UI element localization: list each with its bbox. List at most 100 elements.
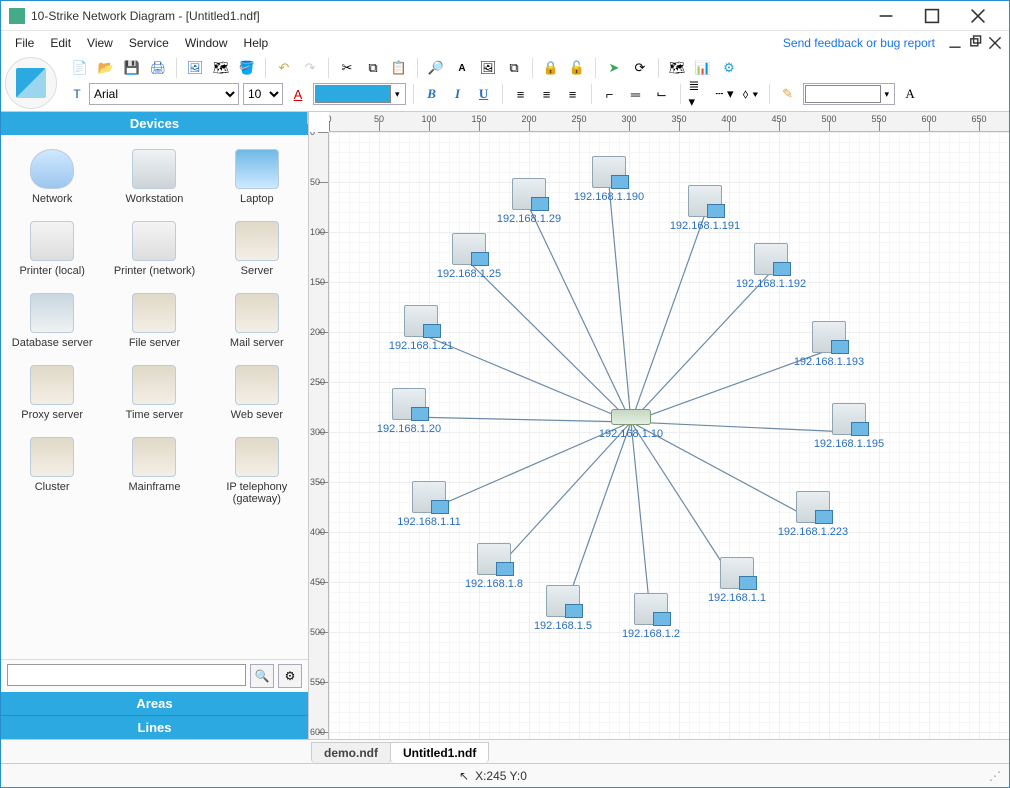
device-item-server[interactable]: Server bbox=[206, 213, 308, 285]
lock-button[interactable]: 🔒 bbox=[540, 57, 562, 79]
diagram-node[interactable]: 192.168.1.223 bbox=[773, 491, 853, 538]
diagram-node[interactable]: 192.168.1.5 bbox=[523, 585, 603, 632]
open-button[interactable]: 📂 bbox=[95, 57, 117, 79]
panel-areas-header[interactable]: Areas bbox=[1, 692, 308, 715]
copy-button[interactable]: ⧉ bbox=[362, 57, 384, 79]
valign-middle-button[interactable]: ═ bbox=[625, 83, 647, 105]
device-item-mainframe[interactable]: Mainframe bbox=[103, 429, 205, 513]
save-button[interactable]: 💾 bbox=[121, 57, 143, 79]
device-settings-button[interactable]: ⚙ bbox=[278, 664, 302, 688]
fill-color-select[interactable]: ▾ bbox=[313, 83, 406, 105]
mdi-minimize-button[interactable] bbox=[947, 36, 963, 50]
monitor-button[interactable]: ⟳ bbox=[629, 57, 651, 79]
image-tool-button[interactable]: 🖼 bbox=[477, 57, 499, 79]
diagram-node[interactable]: 192.168.1.8 bbox=[454, 543, 534, 590]
valign-bottom-button[interactable]: ⌙ bbox=[651, 83, 673, 105]
device-item-printer-network-[interactable]: Printer (network) bbox=[103, 213, 205, 285]
bold-button[interactable]: B bbox=[421, 83, 443, 105]
valign-top-button[interactable]: ⌐ bbox=[599, 83, 621, 105]
diagram-canvas[interactable]: 192.168.1.190192.168.1.29 192.168.1.191 19… bbox=[329, 132, 1009, 739]
align-left-button[interactable]: ≡ bbox=[510, 83, 532, 105]
document-tab[interactable]: demo.ndf bbox=[311, 742, 391, 763]
device-item-network[interactable]: Network bbox=[1, 141, 103, 213]
device-item-ip-telephony-gateway-[interactable]: IP telephony (gateway) bbox=[206, 429, 308, 513]
export-image-button[interactable]: 🖼 bbox=[184, 57, 206, 79]
device-item-proxy-server[interactable]: Proxy server bbox=[1, 357, 103, 429]
menu-file[interactable]: File bbox=[7, 34, 42, 52]
app-logo[interactable] bbox=[5, 57, 57, 109]
settings-button[interactable]: ⚙ bbox=[718, 57, 740, 79]
maximize-button[interactable] bbox=[909, 1, 955, 31]
format-toolbar: ᴛ Arial 10 A ▾ B I U ≡ ≡ ≡ bbox=[63, 81, 1009, 107]
menu-window[interactable]: Window bbox=[177, 34, 236, 52]
diagram-node[interactable]: 192.168.1.21 bbox=[381, 305, 461, 352]
device-list[interactable]: NetworkWorkstationLaptopPrinter (local)P… bbox=[1, 135, 308, 659]
map-button[interactable]: 🗺 bbox=[666, 57, 688, 79]
bg-color-select[interactable]: ▾ bbox=[803, 83, 896, 105]
find-button[interactable]: 🔎 bbox=[425, 57, 447, 79]
close-button[interactable] bbox=[955, 1, 1001, 31]
device-icon bbox=[235, 365, 279, 405]
diagram-node[interactable]: 192.168.1.193 bbox=[789, 321, 869, 368]
device-item-web-sever[interactable]: Web sever bbox=[206, 357, 308, 429]
device-item-time-server[interactable]: Time server bbox=[103, 357, 205, 429]
line-color-button[interactable]: ✎ bbox=[777, 83, 799, 105]
diagram-node[interactable]: 192.168.1.1 bbox=[697, 557, 777, 604]
unlock-button[interactable]: 🔓 bbox=[566, 57, 588, 79]
diagram-node[interactable]: 192.168.1.191 bbox=[665, 185, 745, 232]
chart-button[interactable]: 📊 bbox=[692, 57, 714, 79]
device-item-workstation[interactable]: Workstation bbox=[103, 141, 205, 213]
redo-button[interactable]: ↷ bbox=[299, 57, 321, 79]
diagram-node[interactable]: 192.168.1.11 bbox=[389, 481, 469, 528]
underline-button[interactable]: U bbox=[473, 83, 495, 105]
print-button[interactable]: 🖨 bbox=[147, 57, 169, 79]
menu-help[interactable]: Help bbox=[236, 34, 277, 52]
panel-lines-header[interactable]: Lines bbox=[1, 715, 308, 739]
text-tool-button[interactable]: A bbox=[451, 57, 473, 79]
export-visio-button[interactable]: 🗺 bbox=[210, 57, 232, 79]
resize-grip[interactable]: ⋰ bbox=[989, 769, 1001, 783]
font-dialog-button[interactable]: A bbox=[899, 83, 921, 105]
menu-view[interactable]: View bbox=[79, 34, 121, 52]
diagram-node[interactable]: 192.168.1.192 bbox=[731, 243, 811, 290]
menu-service[interactable]: Service bbox=[121, 34, 177, 52]
scan-button[interactable]: ➤ bbox=[603, 57, 625, 79]
font-size-select[interactable]: 10 bbox=[243, 83, 283, 105]
diagram-node[interactable]: 192.168.1.195 bbox=[809, 403, 889, 450]
device-item-cluster[interactable]: Cluster bbox=[1, 429, 103, 513]
diagram-node[interactable]: 192.168.1.20 bbox=[369, 388, 449, 435]
new-button[interactable]: 📄 bbox=[69, 57, 91, 79]
device-item-file-server[interactable]: File server bbox=[103, 285, 205, 357]
font-family-select[interactable]: Arial bbox=[89, 83, 239, 105]
device-item-mail-server[interactable]: Mail server bbox=[206, 285, 308, 357]
paste-button[interactable]: 📋 bbox=[388, 57, 410, 79]
align-right-button[interactable]: ≡ bbox=[562, 83, 584, 105]
feedback-link[interactable]: Send feedback or bug report bbox=[775, 34, 943, 52]
italic-button[interactable]: I bbox=[447, 83, 469, 105]
document-tab[interactable]: Untitled1.ndf bbox=[390, 742, 489, 763]
line-dash-button[interactable]: ┄ ▾ bbox=[714, 83, 736, 105]
menu-edit[interactable]: Edit bbox=[42, 34, 79, 52]
align-center-button[interactable]: ≡ bbox=[536, 83, 558, 105]
diagram-node[interactable]: 192.168.1.10 bbox=[591, 409, 671, 440]
diagram-node[interactable]: 192.168.1.190 bbox=[569, 156, 649, 203]
device-search-input[interactable] bbox=[7, 664, 246, 686]
panel-devices-header[interactable]: Devices bbox=[1, 112, 308, 135]
cut-button[interactable]: ✂ bbox=[336, 57, 358, 79]
undo-button[interactable]: ↶ bbox=[273, 57, 295, 79]
group-button[interactable]: ⧉ bbox=[503, 57, 525, 79]
mdi-close-button[interactable] bbox=[987, 36, 1003, 50]
diagram-node[interactable]: 192.168.1.29 bbox=[489, 178, 569, 225]
device-item-database-server[interactable]: Database server bbox=[1, 285, 103, 357]
pattern-button[interactable]: ⬨ ▾ bbox=[740, 83, 762, 105]
device-item-printer-local-[interactable]: Printer (local) bbox=[1, 213, 103, 285]
font-color-button[interactable]: A bbox=[287, 83, 309, 105]
mdi-restore-button[interactable] bbox=[967, 36, 983, 50]
diagram-node[interactable]: 192.168.1.2 bbox=[611, 593, 691, 640]
fill-tool-button[interactable]: 🪣 bbox=[236, 57, 258, 79]
minimize-button[interactable] bbox=[863, 1, 909, 31]
device-search-button[interactable]: 🔍 bbox=[250, 664, 274, 688]
line-style-button[interactable]: ≣ ▾ bbox=[688, 83, 710, 105]
device-item-laptop[interactable]: Laptop bbox=[206, 141, 308, 213]
diagram-node[interactable]: 192.168.1.25 bbox=[429, 233, 509, 280]
